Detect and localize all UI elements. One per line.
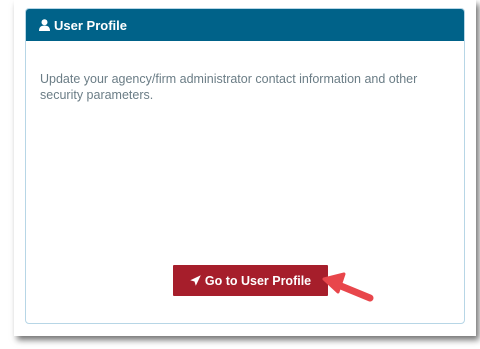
go-to-user-profile-button[interactable]: Go to User Profile bbox=[173, 265, 328, 296]
go-to-user-profile-label: Go to User Profile bbox=[204, 273, 312, 288]
user-profile-card: User Profile Update your agency/firm adm… bbox=[25, 8, 465, 324]
card-title: User Profile bbox=[54, 17, 127, 33]
rocket-icon bbox=[190, 275, 201, 286]
annotation-arrow-icon bbox=[322, 272, 374, 302]
card-header: User Profile bbox=[26, 9, 464, 41]
card-description: Update your agency/firm administrator co… bbox=[40, 72, 418, 102]
user-icon bbox=[39, 19, 50, 31]
